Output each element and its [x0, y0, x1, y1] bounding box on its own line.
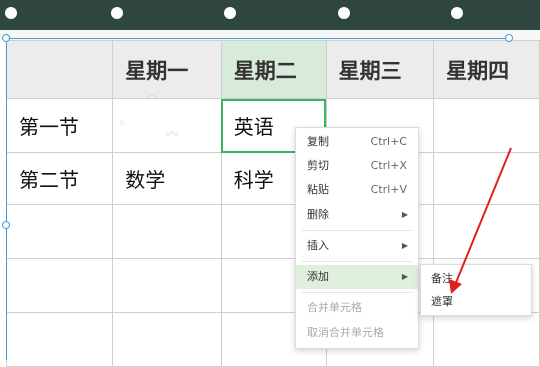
annotation-arrow: [449, 147, 512, 294]
